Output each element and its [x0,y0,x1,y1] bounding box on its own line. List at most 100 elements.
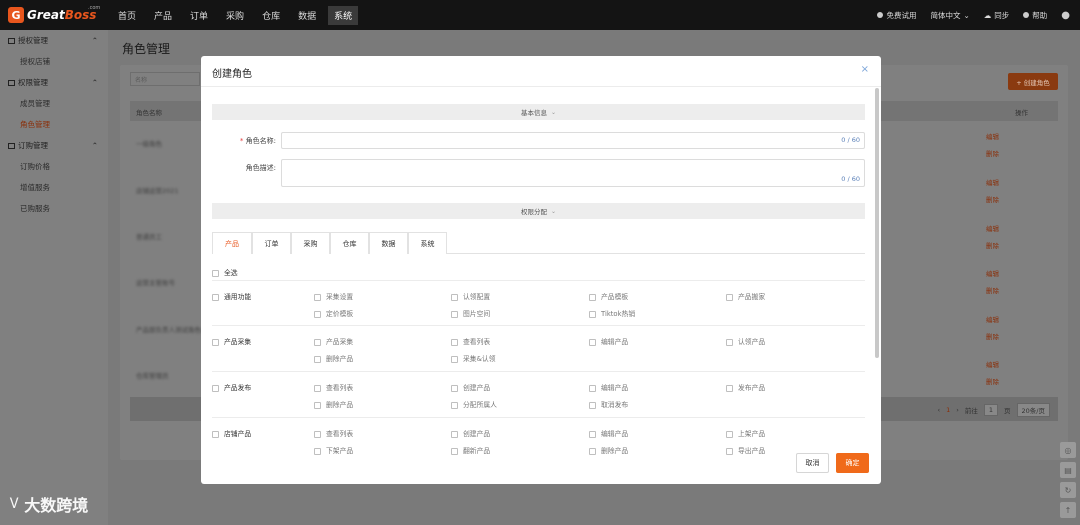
delete-link[interactable]: 删除 [986,192,999,209]
perm-group-checkbox[interactable]: 店铺产品 [212,428,251,438]
perm-checkbox[interactable]: 采集&认领 [451,353,496,363]
perm-group-checkbox[interactable]: 产品发布 [212,382,251,392]
section-permissions[interactable]: 权限分配 ⌄ [212,203,865,219]
checkbox-box [726,384,733,392]
perm-checkbox[interactable]: 编辑产品 [589,428,628,438]
user-avatar[interactable]: ● [1061,10,1070,21]
sidebar-item-members[interactable]: 成员管理 [0,93,108,114]
perm-checkbox[interactable]: 产品搬家 [726,291,765,301]
perm-checkbox[interactable]: 下架产品 [314,445,353,455]
create-role-button[interactable]: + 创建角色 [1008,73,1058,90]
delete-link[interactable]: 删除 [986,146,999,163]
nav-system[interactable]: 系统 [328,5,359,25]
perm-group-checkbox[interactable]: 通用功能 [212,291,251,301]
perm-checkbox[interactable]: 删除产品 [314,399,353,409]
confirm-button[interactable]: 确定 [836,453,869,473]
edit-link[interactable]: 编辑 [986,175,999,192]
help-label: 帮助 [1032,10,1048,20]
tab-purchase[interactable]: 采购 [291,232,330,254]
edit-link[interactable]: 编辑 [986,312,999,329]
nav-purchase[interactable]: 采购 [220,6,250,25]
nav-home[interactable]: 首页 [112,6,142,25]
perm-label: 发布产品 [738,384,766,392]
perm-group-checkbox[interactable]: 产品采集 [212,336,251,346]
role-name-input[interactable]: 0 / 60 [281,132,865,149]
tab-system[interactable]: 系统 [408,232,447,254]
perm-checkbox[interactable]: 编辑产品 [589,336,628,346]
sidebar-item-pricing[interactable]: 订购价格 [0,156,108,177]
headset-icon[interactable]: ◎ [1060,442,1076,458]
role-desc-label: 角色描述: [245,164,276,172]
sidebar-group-subscription[interactable]: 订购管理 ⌃ [0,135,108,156]
delete-link[interactable]: 删除 [986,329,999,346]
perm-checkbox[interactable]: 产品模板 [589,291,628,301]
perm-checkbox[interactable]: 查看列表 [451,336,490,346]
next-page-icon[interactable]: › [956,406,959,414]
perm-checkbox[interactable]: 产品采集 [314,336,353,346]
tab-warehouse[interactable]: 仓库 [330,232,369,254]
help-button[interactable]: 帮助 [1023,10,1047,21]
edit-link[interactable]: 编辑 [986,129,999,146]
close-icon[interactable]: × [861,64,869,75]
perm-checkbox[interactable]: 上架产品 [726,428,765,438]
perm-checkbox[interactable]: 定价模板 [314,308,353,318]
sync-button[interactable]: ☁ 同步 [984,10,1010,21]
free-trial-link[interactable]: 免费试用 [877,10,916,21]
goto-page-input[interactable]: 1 [983,404,999,416]
logo[interactable]: G GreatBoss .com [0,0,112,30]
perm-checkbox[interactable]: 创建产品 [451,382,490,392]
checkbox-box [314,384,321,392]
cancel-button[interactable]: 取消 [796,453,829,473]
prev-page-icon[interactable]: ‹ [938,406,941,414]
sidebar-item-addons[interactable]: 增值服务 [0,177,108,198]
role-desc-textarea[interactable]: 0 / 60 [281,159,865,187]
perm-checkbox[interactable]: 采集设置 [314,291,353,301]
delete-link[interactable]: 删除 [986,374,999,391]
sidebar-group-permissions[interactable]: 权限管理 ⌃ [0,72,108,93]
perm-checkbox[interactable]: 创建产品 [451,428,490,438]
page-size-select[interactable]: 20条/页 [1016,403,1050,417]
nav-products[interactable]: 产品 [148,6,178,25]
refresh-icon[interactable]: ↻ [1060,482,1076,498]
language-select[interactable]: 简体中文 ⌄ [930,10,969,21]
nav-warehouse[interactable]: 仓库 [256,6,286,25]
sidebar-item-roles[interactable]: 角色管理 [0,114,108,135]
sidebar-item-purchased[interactable]: 已购服务 [0,198,108,219]
perm-checkbox[interactable]: 取消发布 [589,399,628,409]
tab-products[interactable]: 产品 [212,232,252,254]
nav-data[interactable]: 数据 [292,6,322,25]
perm-checkbox[interactable]: 导出产品 [726,445,765,455]
delete-link[interactable]: 删除 [986,283,999,300]
tab-data[interactable]: 数据 [369,232,408,254]
perm-checkbox[interactable]: 删除产品 [314,353,353,363]
checkbox-box [451,430,458,438]
edit-link[interactable]: 编辑 [986,357,999,374]
perm-checkbox[interactable]: 认领产品 [726,336,765,346]
perm-checkbox[interactable]: 认领配置 [451,291,490,301]
perm-checkbox[interactable]: 图片空间 [451,308,490,318]
current-page[interactable]: 1 [946,406,950,414]
perm-checkbox[interactable]: 翻新产品 [451,445,490,455]
perm-checkbox[interactable]: 删除产品 [589,445,628,455]
back-to-top-icon[interactable]: ↑ [1060,502,1076,518]
sidebar-group-auth[interactable]: 授权管理 ⌃ [0,30,108,51]
document-icon[interactable]: ▤ [1060,462,1076,478]
edit-link[interactable]: 编辑 [986,221,999,238]
tab-orders[interactable]: 订单 [252,232,291,254]
sidebar-item-auth-shops[interactable]: 授权店铺 [0,51,108,72]
perm-checkbox[interactable]: 查看列表 [314,428,353,438]
perm-checkbox[interactable]: 查看列表 [314,382,353,392]
select-all-checkbox[interactable]: 全选 [212,267,238,277]
dialog-scrollbar[interactable] [875,88,879,358]
perm-checkbox[interactable]: 分配所属人 [451,399,497,409]
name-filter-input[interactable]: 名称 [130,72,200,86]
perm-checkbox[interactable]: 发布产品 [726,382,765,392]
perm-label: 定价模板 [326,310,354,318]
delete-link[interactable]: 删除 [986,238,999,255]
section-basic-info[interactable]: 基本信息 ⌄ [212,104,865,120]
edit-link[interactable]: 编辑 [986,266,999,283]
perm-checkbox[interactable]: 编辑产品 [589,382,628,392]
nav-orders[interactable]: 订单 [184,6,214,25]
row-ops: 编辑 删除 [986,357,999,391]
perm-checkbox[interactable]: Tiktok热销 [589,308,635,318]
